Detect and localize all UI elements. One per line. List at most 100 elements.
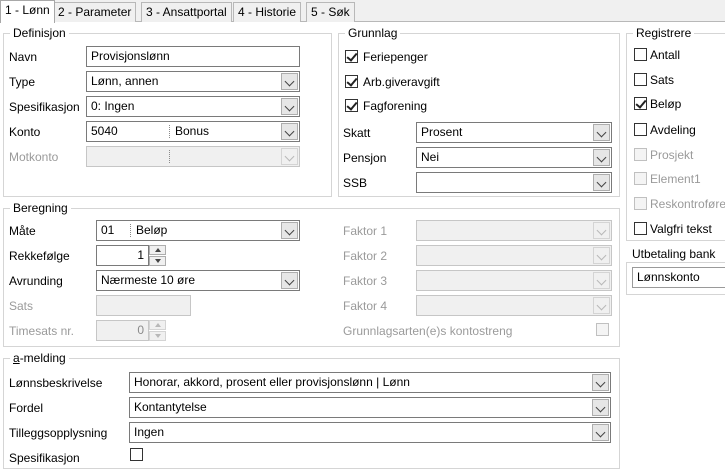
faktor2-label: Faktor 2 xyxy=(343,249,388,263)
chevron-down-icon xyxy=(593,272,610,289)
chevron-down-icon[interactable] xyxy=(281,98,298,115)
amelding-title: a-melding xyxy=(10,351,69,365)
tab-lonn[interactable]: 1 - Lønn xyxy=(0,0,55,23)
amelding-spesifikasjon-checkbox[interactable] xyxy=(130,448,143,461)
chevron-down-icon[interactable] xyxy=(281,272,298,289)
column-separator xyxy=(169,125,170,138)
faktor4-select xyxy=(416,295,612,316)
rekkefolge-label: Rekkefølge xyxy=(9,249,70,263)
skatt-label: Skatt xyxy=(343,126,371,140)
fordel-select[interactable]: Kontantytelse xyxy=(129,397,611,418)
amelding-spesifikasjon-label: Spesifikasjon xyxy=(9,451,80,465)
chevron-down-icon[interactable] xyxy=(592,424,609,441)
chevron-down-icon[interactable] xyxy=(281,123,298,140)
prosjekt-label: Prosjekt xyxy=(650,148,694,162)
rekkefolge-input[interactable]: 1 xyxy=(96,245,149,266)
tab-label: 1 - Lønn xyxy=(5,3,50,17)
avdeling-label: Avdeling xyxy=(650,123,696,137)
chevron-down-icon[interactable] xyxy=(592,374,609,391)
skatt-value: Prosent xyxy=(421,125,463,139)
antall-checkbox[interactable] xyxy=(634,48,647,61)
motkonto-select xyxy=(86,146,300,167)
tilleggsopplysning-value: Ingen xyxy=(134,425,165,439)
chevron-down-icon[interactable] xyxy=(281,222,298,239)
avdeling-checkbox[interactable] xyxy=(634,123,647,136)
konto-label: Konto xyxy=(9,125,41,139)
element1-label: Element1 xyxy=(650,172,701,186)
chevron-down-icon[interactable] xyxy=(593,124,610,141)
arbgiveravgift-label: Arb.giveravgift xyxy=(363,75,440,89)
fordel-label: Fordel xyxy=(9,401,44,415)
avrunding-select[interactable]: Nærmeste 10 øre xyxy=(96,270,300,291)
pensjon-select[interactable]: Nei xyxy=(416,147,612,168)
utbetaling-title: Utbetaling bank xyxy=(632,247,716,261)
maate-code: 01 xyxy=(101,223,115,237)
konto-select[interactable]: 5040 Bonus xyxy=(86,121,300,142)
rekkefolge-spinner[interactable] xyxy=(149,245,166,266)
belop-checkbox[interactable] xyxy=(634,97,647,110)
valgfri-tekst-checkbox[interactable] xyxy=(634,222,647,235)
feriepenger-label: Feriepenger xyxy=(363,50,428,64)
maate-name: Beløp xyxy=(136,223,168,237)
lonnsbeskrivelse-label: Lønnsbeskrivelse xyxy=(9,376,103,390)
pensjon-label: Pensjon xyxy=(343,151,387,165)
navn-input[interactable]: Provisjonslønn xyxy=(86,46,300,67)
tilleggsopplysning-label: Tilleggsopplysning xyxy=(9,426,108,440)
chevron-down-icon[interactable] xyxy=(281,73,298,90)
utbetaling-bank-select[interactable]: Lønnskonto xyxy=(632,267,725,288)
column-separator xyxy=(169,150,170,163)
arbgiveravgift-checkbox[interactable] xyxy=(345,75,358,88)
tab-historie[interactable]: 4 - Historie xyxy=(233,2,302,22)
sats-label: Sats xyxy=(650,73,675,87)
maate-select[interactable]: 01 Beløp xyxy=(96,220,300,241)
spesifikasjon-select[interactable]: 0: Ingen xyxy=(86,96,300,117)
navn-label: Navn xyxy=(9,50,38,64)
fagforening-checkbox[interactable] xyxy=(345,99,358,112)
timesats-input: 0 xyxy=(96,320,149,341)
sats-label: Sats xyxy=(9,299,34,313)
registrere-title: Registrere xyxy=(633,26,695,40)
spin-down-icon[interactable] xyxy=(149,256,166,266)
spin-up-icon[interactable] xyxy=(149,245,166,255)
spin-up-icon xyxy=(149,320,166,330)
grunnlagsart-label: Grunnlagsarten(e)s kontostreng xyxy=(343,324,513,338)
chevron-down-icon[interactable] xyxy=(592,399,609,416)
spesifikasjon-label: Spesifikasjon xyxy=(9,100,80,114)
belop-label: Beløp xyxy=(650,97,682,111)
faktor2-select xyxy=(416,245,612,266)
tab-label: 3 - Ansattportal xyxy=(146,5,227,19)
chevron-down-icon xyxy=(593,297,610,314)
lonnsbeskrivelse-value: Honorar, akkord, prosent eller provisjon… xyxy=(134,375,410,389)
faktor1-label: Faktor 1 xyxy=(343,224,388,238)
chevron-down-icon[interactable] xyxy=(593,149,610,166)
prosjekt-checkbox xyxy=(634,148,647,161)
skatt-select[interactable]: Prosent xyxy=(416,122,612,143)
spin-down-icon xyxy=(149,331,166,341)
faktor3-select xyxy=(416,270,612,291)
chevron-down-icon xyxy=(281,148,298,165)
spesifikasjon-value: 0: Ingen xyxy=(91,99,135,113)
avrunding-value: Nærmeste 10 øre xyxy=(101,273,196,287)
sats-input xyxy=(96,295,191,316)
ssb-label: SSB xyxy=(343,176,368,190)
type-select[interactable]: Lønn, annen xyxy=(86,71,300,92)
antall-label: Antall xyxy=(650,48,681,62)
grunnlagsart-checkbox xyxy=(596,323,609,336)
tab-parameter[interactable]: 2 - Parameter xyxy=(53,2,137,22)
chevron-down-icon xyxy=(593,222,610,239)
feriepenger-checkbox[interactable] xyxy=(345,50,358,63)
chevron-down-icon[interactable] xyxy=(593,174,610,191)
ssb-select[interactable] xyxy=(416,172,612,193)
konto-code: 5040 xyxy=(91,124,118,138)
maate-label: Måte xyxy=(9,224,36,238)
fordel-value: Kontantytelse xyxy=(134,400,207,414)
tab-label: 4 - Historie xyxy=(238,5,297,19)
sats-checkbox[interactable] xyxy=(634,73,647,86)
type-label: Type xyxy=(9,75,36,89)
tilleggsopplysning-select[interactable]: Ingen xyxy=(129,422,611,443)
motkonto-label: Motkonto xyxy=(9,150,59,164)
lonnsbeskrivelse-select[interactable]: Honorar, akkord, prosent eller provisjon… xyxy=(129,372,611,393)
tab-sok[interactable]: 5 - Søk xyxy=(306,2,355,22)
tab-ansattportal[interactable]: 3 - Ansattportal xyxy=(141,2,232,22)
beregning-title: Beregning xyxy=(10,201,71,215)
